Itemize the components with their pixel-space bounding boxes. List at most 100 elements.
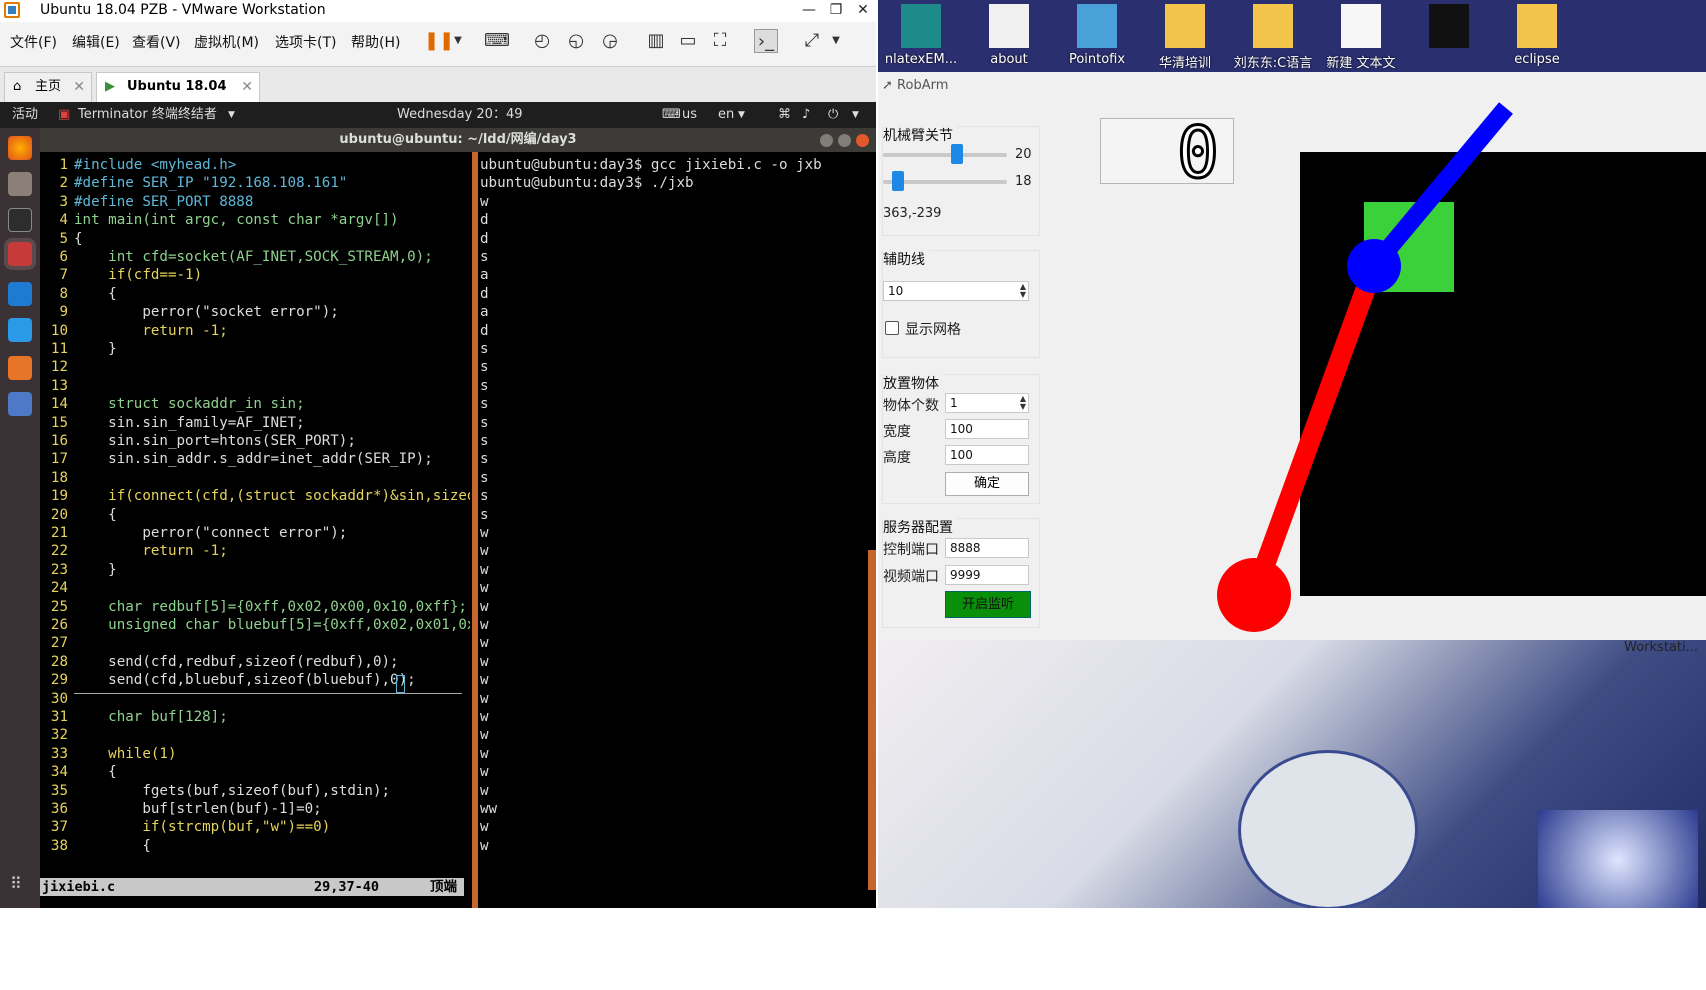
show-grid-checkbox[interactable] [885, 321, 899, 335]
show-apps-icon[interactable]: ⠿ [10, 874, 30, 894]
menu-view[interactable]: 查看(V) [132, 32, 181, 52]
maximize-icon[interactable] [838, 134, 851, 147]
height-label: 高度 [883, 450, 911, 466]
restore-button[interactable]: ❐ [823, 0, 849, 20]
shell-line: s [480, 469, 489, 486]
revert-snapshot-icon[interactable]: ◵ [564, 29, 588, 53]
vim-pane[interactable]: 1 #include <myhead.h> 2 #define SER_IP "192… [40, 152, 470, 908]
status-scroll-position: 顶端 [430, 879, 457, 895]
line-number: 2 [59, 175, 68, 192]
height-input[interactable]: 100 [945, 445, 1029, 465]
ctrl-port-input[interactable]: 8888 [945, 538, 1029, 558]
code-text: buf[strlen(buf)-1]=0; [74, 801, 322, 817]
joint1-slider[interactable] [883, 144, 1007, 164]
desktop-icon[interactable]: 刘东东:C语言 [1232, 0, 1314, 72]
tab-home[interactable]: ⌂ 主页 ✕ [4, 72, 92, 103]
spin-arrows-icon[interactable]: ▲ ▼ [1020, 395, 1026, 411]
code-line: 22 return -1; [40, 542, 228, 560]
menu-help[interactable]: 帮助(H) [351, 32, 400, 52]
desktop-icon[interactable]: about [968, 0, 1050, 72]
code-text: if(cfd==-1) [74, 267, 203, 284]
minimize-button[interactable]: — [796, 0, 822, 20]
pause-icon[interactable]: ❚❚ [424, 29, 454, 53]
width-input[interactable]: 100 [945, 419, 1029, 439]
joint2-slider-handle[interactable] [891, 171, 904, 191]
app-menu[interactable]: Terminator 终端终结者 [78, 102, 217, 128]
wallpaper-art [1238, 750, 1418, 910]
ubuntu-dock: ⠿ [0, 128, 40, 908]
show-grid-label: 显示网格 [905, 322, 961, 338]
vmware-logo-icon [4, 2, 20, 18]
line-number: 19 [50, 488, 68, 505]
code-text: perror("connect error"); [74, 525, 348, 541]
stretch-icon[interactable]: ⤢ [800, 29, 824, 53]
line-number: 31 [50, 709, 68, 725]
close-icon[interactable] [856, 134, 869, 147]
pause-dropdown-icon[interactable]: ▼ [446, 29, 470, 53]
menu-edit[interactable]: 编辑(E) [72, 32, 120, 52]
snapshot-manager-icon[interactable]: ◶ [598, 29, 622, 53]
send-ctrl-alt-del-icon[interactable]: ⌨ [484, 29, 510, 53]
shell-pane[interactable]: ubuntu@ubuntu:day3$ gcc jixiebi.c -o jxb… [478, 152, 876, 908]
wallpaper-flowers [1538, 810, 1698, 910]
code-line: 13 [40, 377, 74, 395]
video-port-input[interactable]: 9999 [945, 565, 1029, 585]
vim-status-line: jixiebi.c 29,37-40 顶端 [40, 878, 464, 896]
code-text: if(connect(cfd,(struct sockaddr*)&sin,si… [74, 488, 470, 505]
close-button[interactable]: ✕ [850, 0, 876, 20]
sidebar-view-icon[interactable]: ▥ [644, 29, 668, 53]
shell-line: s [480, 451, 489, 468]
close-icon[interactable]: ✕ [241, 73, 253, 101]
joint2-slider[interactable] [883, 171, 1007, 191]
status-cursor-position: 29,37-40 [314, 879, 380, 895]
desktop-icon[interactable]: 华清培训 [1144, 0, 1226, 72]
desktop-icon[interactable]: nlatexEM... [880, 0, 962, 72]
fullscreen-icon[interactable]: ⛶ [708, 29, 732, 53]
line-number: 20 [50, 506, 68, 523]
volume-icon[interactable]: ♪ [802, 102, 810, 128]
settings-icon[interactable] [8, 392, 32, 416]
terminal-icon[interactable]: ›_ [754, 29, 778, 53]
spin-arrows-icon[interactable]: ▲ ▼ [1020, 283, 1026, 299]
stretch-dropdown-icon[interactable]: ▼ [824, 29, 848, 53]
confirm-button[interactable]: 确定 [945, 472, 1029, 496]
code-line: 23 } [40, 561, 117, 579]
snapshot-icon[interactable]: ◴ [530, 29, 554, 53]
system-menu-arrow-icon[interactable]: ▼ [852, 102, 859, 128]
firefox-icon[interactable] [8, 136, 32, 160]
desktop-icon[interactable] [1408, 0, 1490, 72]
line-number: 24 [50, 580, 68, 597]
aux-line-spinbox[interactable]: 10 ▲ ▼ [883, 281, 1029, 301]
menu-vm[interactable]: 虚拟机(M) [194, 32, 259, 52]
terminal-app-icon[interactable] [8, 208, 32, 232]
desktop-icon[interactable]: eclipse [1496, 0, 1578, 72]
terminator-dock-icon[interactable] [8, 242, 32, 266]
shell-scrollbar[interactable] [868, 550, 876, 890]
language-indicator[interactable]: en [718, 102, 734, 128]
tab-ubuntu[interactable]: ▶ Ubuntu 18.04 PZB ✕ [96, 72, 260, 122]
vscode-icon[interactable] [8, 282, 32, 306]
shell-line: s [480, 414, 489, 431]
line-number: 33 [50, 745, 68, 762]
start-listen-button[interactable]: 开启监听 [945, 591, 1031, 618]
code-line: 6 int cfd=socket(AF_INET,SOCK_STREAM,0); [40, 248, 432, 266]
aux-line-group: 辅助线 10 ▲ ▼ 显示网格 [882, 249, 1040, 358]
files-icon[interactable] [8, 172, 32, 196]
keyboard-layout[interactable]: us [682, 102, 697, 128]
close-icon[interactable]: ✕ [73, 73, 85, 101]
code-text: unsigned char bluebuf[5]={0xff,0x02,0x01… [74, 617, 470, 633]
v2-icon[interactable] [8, 318, 32, 342]
joint1-slider-handle[interactable] [951, 144, 964, 164]
console-view-icon[interactable]: ▭ [676, 29, 700, 53]
clock[interactable]: Wednesday 20：49 [397, 102, 522, 128]
power-icon[interactable]: ⏻ [828, 102, 838, 128]
count-spinbox[interactable]: 1 ▲ ▼ [945, 393, 1029, 413]
desktop-icon[interactable]: Pointofix [1056, 0, 1138, 72]
network-icon[interactable]: ⌘ [778, 102, 791, 128]
minimize-icon[interactable] [820, 134, 833, 147]
menu-tabs[interactable]: 选项卡(T) [275, 32, 336, 52]
menu-file[interactable]: 文件(F) [10, 32, 57, 52]
desktop-icon[interactable]: 新建 文本文 [1320, 0, 1402, 72]
activities-button[interactable]: 活动 [12, 102, 38, 128]
software-center-icon[interactable] [8, 356, 32, 380]
